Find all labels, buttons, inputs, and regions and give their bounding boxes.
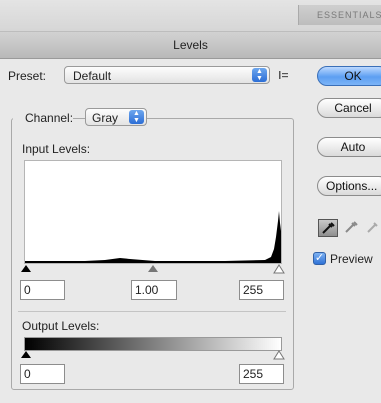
channel-value: Gray [92,111,119,125]
input-shadow-field[interactable]: 0 [20,280,65,300]
preset-label: Preset: [8,69,47,83]
workspace-switcher[interactable]: ESSENTIALS [298,5,381,25]
input-highlight-slider[interactable] [273,263,285,277]
output-shadow-slider[interactable] [21,351,31,358]
divider [18,311,286,312]
input-levels-label: Input Levels: [22,142,91,156]
output-levels-label: Output Levels: [22,319,100,333]
output-highlight-field[interactable]: 255 [239,364,284,384]
black-eyedropper-icon[interactable] [318,219,338,237]
input-highlight-field[interactable]: 255 [239,280,284,300]
preset-select[interactable]: Default ▲ ▼ [64,66,270,84]
ok-button[interactable]: OK [317,66,381,86]
channel-legend: Channel: [13,107,74,131]
input-midtone-slider[interactable] [148,265,158,272]
options-button[interactable]: Options... [317,176,381,196]
output-gradient-bar [24,337,282,351]
workspace-label: ESSENTIALS [317,10,381,20]
chevron-updown-icon: ▲ ▼ [252,68,267,82]
histogram [24,160,282,264]
input-shadow-slider[interactable] [21,265,31,272]
preview-label: Preview [330,252,373,266]
channel-select[interactable]: Gray ▲ ▼ [85,108,147,126]
list-menu-icon[interactable] [278,69,290,81]
output-shadow-field[interactable]: 0 [20,364,65,384]
white-eyedropper-icon[interactable] [364,219,381,237]
histogram-graph [25,211,281,263]
auto-button[interactable]: Auto [317,137,381,157]
output-highlight-slider[interactable] [273,349,285,363]
preview-checkbox[interactable]: ✓ [313,252,326,265]
dialog-title: Levels [0,31,381,59]
input-midtone-field[interactable]: 1.00 [131,280,177,300]
cancel-button[interactable]: Cancel [317,98,381,118]
channel-label: Channel: [25,111,74,125]
chevron-updown-icon: ▲ ▼ [129,110,144,124]
checkmark-icon: ✓ [314,252,325,264]
application-bar: ESSENTIALS [0,0,381,31]
gray-eyedropper-icon[interactable] [342,219,362,237]
preset-value: Default [73,69,112,83]
button-column: OK Cancel Auto Options... [298,57,381,403]
